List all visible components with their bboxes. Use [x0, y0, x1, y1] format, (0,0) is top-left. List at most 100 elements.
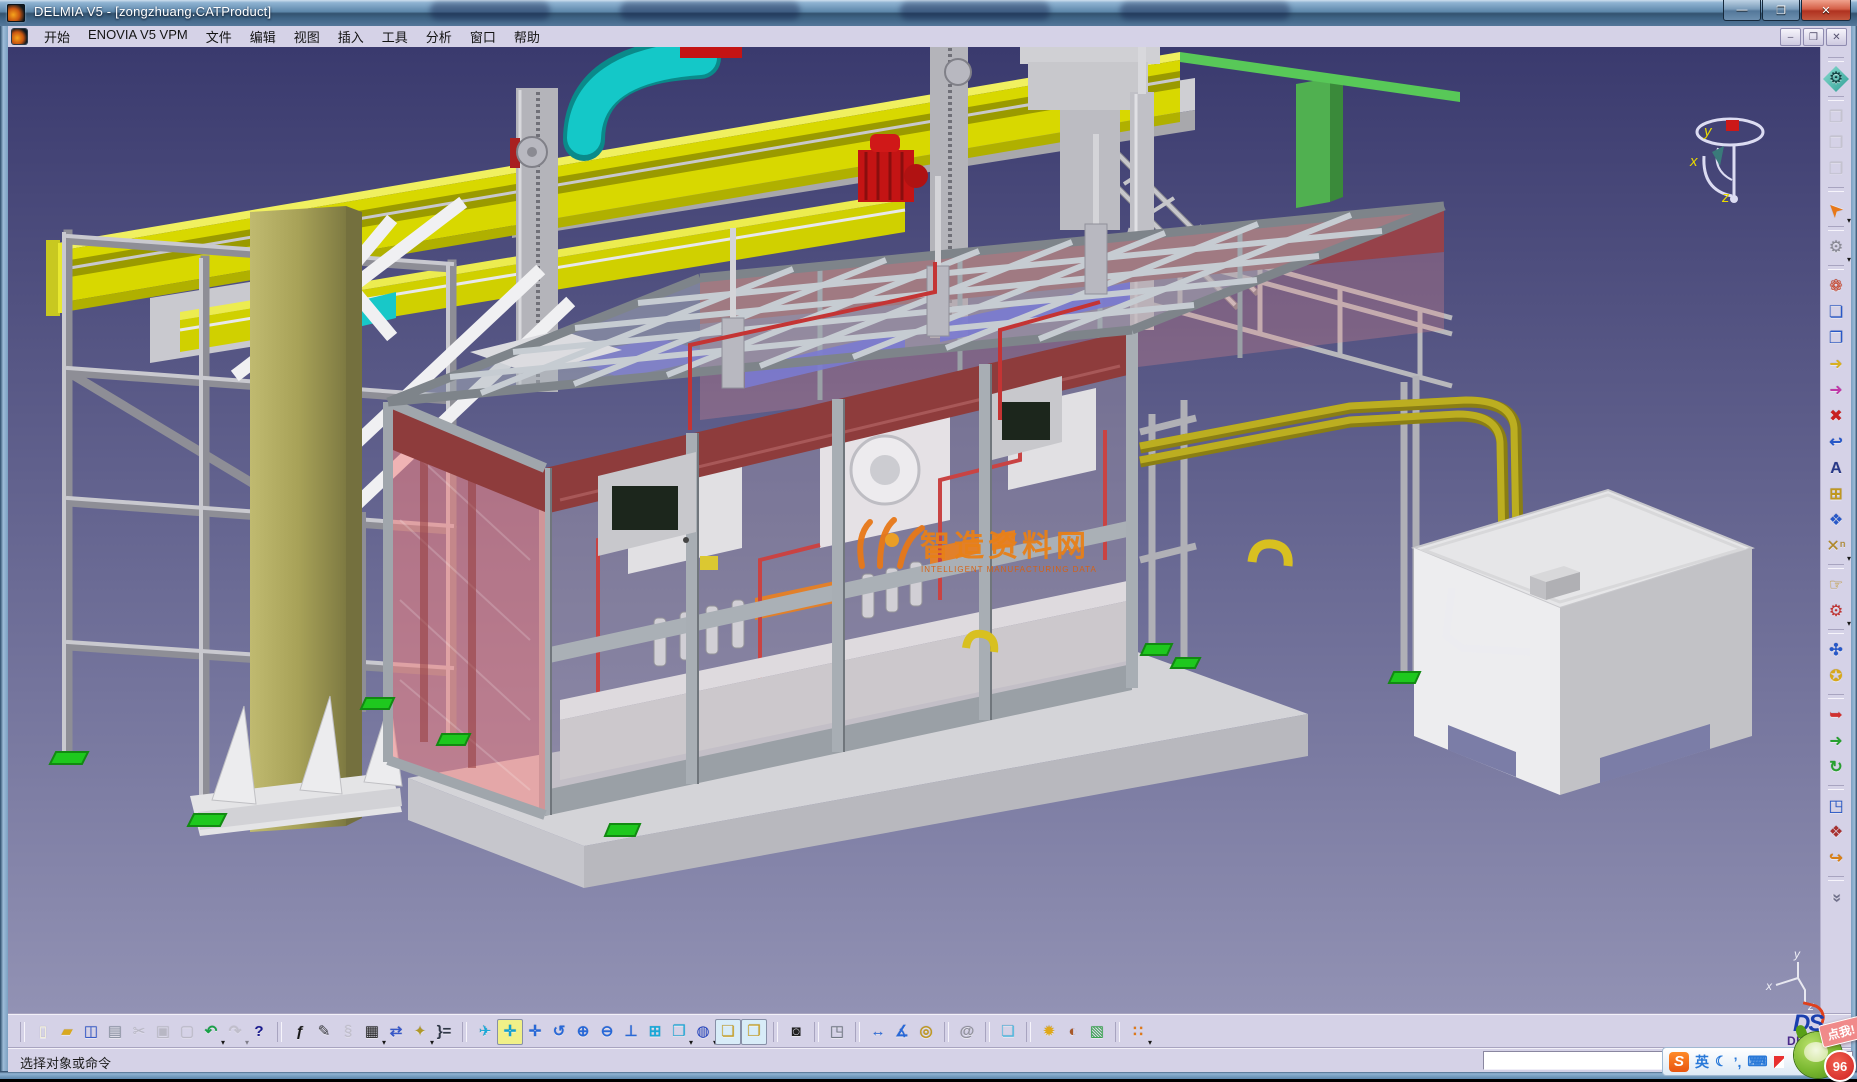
knowledge-inspector-icon[interactable]: § — [336, 1020, 360, 1044]
design-table-icon[interactable]: ▦▾ — [360, 1020, 384, 1044]
text-annotation-icon[interactable]: A — [1823, 456, 1849, 482]
tree-arrow-icon[interactable]: ↪ — [1823, 846, 1849, 872]
knowledge-comment-icon[interactable]: ✎ — [312, 1020, 336, 1044]
gear-analysis-icon[interactable]: ⚙▾ — [1823, 599, 1849, 625]
toolbar-separator — [1115, 1022, 1120, 1042]
minimize-button[interactable]: — — [1723, 0, 1761, 21]
catalog-browser-icon[interactable]: ✹ — [1037, 1020, 1061, 1044]
hide-show-icon[interactable]: ❏ — [715, 1019, 741, 1045]
menu-窗口[interactable]: 窗口 — [461, 25, 505, 48]
select-icon[interactable]: ➤▾ — [1823, 196, 1849, 222]
tree-cubes-icon[interactable]: ❖ — [1823, 820, 1849, 846]
product-structure-a-icon[interactable]: ❒ — [1823, 105, 1849, 131]
formula-icon[interactable]: ƒ — [288, 1020, 312, 1044]
pan-icon[interactable]: ✛ — [523, 1020, 547, 1044]
iso-view-icon[interactable]: ❒▾ — [667, 1020, 691, 1044]
menu-编辑[interactable]: 编辑 — [241, 25, 285, 48]
multi-instance-icon[interactable]: ✕ⁿ▾ — [1823, 534, 1849, 560]
snap-grid-icon[interactable]: ∷▾ — [1126, 1020, 1150, 1044]
zoom-in-icon[interactable]: ⊕ — [571, 1020, 595, 1044]
quad-view-icon[interactable]: ⊞ — [643, 1020, 667, 1044]
menu-ENOVIA V5 VPM[interactable]: ENOVIA V5 VPM — [79, 25, 197, 48]
ime-moon-icon[interactable]: ☾ — [1715, 1053, 1728, 1070]
reset-tree-icon[interactable]: ↩ — [1823, 430, 1849, 456]
print-icon[interactable]: ▤ — [103, 1020, 127, 1044]
apply-material-icon[interactable]: ◐ — [1061, 1020, 1085, 1044]
swap-visible-space-icon[interactable]: ❐ — [741, 1019, 767, 1045]
viewport-3d[interactable]: 智造资料网 INTELLIGENT MANUFACTURING DATA x y… — [8, 47, 1820, 1014]
paste-icon[interactable]: ▢ — [175, 1020, 199, 1044]
measure-inertia-icon[interactable]: ◎ — [914, 1020, 938, 1044]
normal-view-icon[interactable]: ⊥ — [619, 1020, 643, 1044]
ime-flag-icon[interactable] — [1774, 1056, 1784, 1068]
render-style-icon[interactable]: ◍▾ — [691, 1020, 715, 1044]
equivalent-dimensions-icon[interactable]: }= — [432, 1020, 456, 1044]
cube-tree-icon[interactable]: ◳ — [1823, 794, 1849, 820]
grab-item-icon[interactable]: ☞ — [1823, 573, 1849, 599]
notification-badge[interactable]: 96 — [1824, 1050, 1856, 1082]
structure-swap-icon[interactable]: ⇄ — [384, 1020, 408, 1044]
ime-punctuation-toggle[interactable]: ’, — [1734, 1054, 1742, 1070]
export-data-icon[interactable]: ➜ — [1823, 378, 1849, 404]
white-cabinet[interactable] — [1414, 490, 1752, 795]
open-folder-icon[interactable]: ▰ — [55, 1020, 79, 1044]
doc-minimize-button[interactable]: – — [1780, 28, 1801, 46]
cut-icon[interactable]: ✂ — [127, 1020, 151, 1044]
explode-view-icon[interactable]: ✣ — [1823, 638, 1849, 664]
menu-插入[interactable]: 插入 — [329, 25, 373, 48]
menu-开始[interactable]: 开始 — [35, 25, 79, 48]
turntable-icon[interactable]: ◳ — [825, 1020, 849, 1044]
workbench-gears-icon[interactable]: ⚙ — [1823, 66, 1849, 92]
camera-icon[interactable]: ◙ — [784, 1020, 808, 1044]
document-icon[interactable] — [12, 29, 27, 44]
ime-logo-icon[interactable]: S — [1669, 1052, 1689, 1072]
delete-item-icon[interactable]: ✖ — [1823, 404, 1849, 430]
fit-all-in-icon[interactable]: ✛ — [497, 1019, 523, 1045]
doc-restore-button[interactable]: ❒ — [1803, 28, 1824, 46]
menu-帮助[interactable]: 帮助 — [505, 25, 549, 48]
copy-icon[interactable]: ▣ — [151, 1020, 175, 1044]
title-bar[interactable]: DELMIA V5 - [zongzhuang.CATProduct] — ❐ … — [0, 0, 1857, 26]
graph-analysis-icon[interactable]: ▧ — [1085, 1020, 1109, 1044]
measure-between-icon[interactable]: ↔ — [866, 1020, 890, 1044]
window-frame-bottom — [0, 1071, 1857, 1079]
save-initial-state-icon[interactable]: ➜ — [1823, 352, 1849, 378]
dpm-update-icon[interactable]: ↻ — [1823, 755, 1849, 781]
more-tools-icon[interactable]: » — [1823, 885, 1849, 911]
rotate-icon[interactable]: ↺ — [547, 1020, 571, 1044]
measure-item-icon[interactable]: ∡ — [890, 1020, 914, 1044]
menu-视图[interactable]: 视图 — [285, 25, 329, 48]
fly-mode-icon[interactable]: ✈ — [473, 1020, 497, 1044]
load-box-icon[interactable]: ⊞ — [1823, 482, 1849, 508]
toolbar-separator — [1828, 96, 1844, 101]
smart-pick-icon[interactable]: ⚙▾ — [1823, 235, 1849, 261]
menu-分析[interactable]: 分析 — [417, 25, 461, 48]
redo-icon[interactable]: ↷▾ — [223, 1020, 247, 1044]
product-structure-b-icon[interactable]: ❒ — [1823, 131, 1849, 157]
ime-keyboard-icon[interactable]: ⌨ — [1747, 1053, 1767, 1070]
toolbar-separator — [1828, 226, 1844, 231]
machine-pink-panel[interactable] — [388, 402, 545, 815]
menu-文件[interactable]: 文件 — [197, 25, 241, 48]
update-icon[interactable]: @ — [955, 1020, 979, 1044]
new-document-icon[interactable]: ▯ — [31, 1020, 55, 1044]
snapshot-icon[interactable]: ✪ — [1823, 664, 1849, 690]
restore-button[interactable]: ❐ — [1762, 0, 1800, 21]
doc-close-button[interactable]: ✕ — [1826, 28, 1847, 46]
ime-language-toggle[interactable]: 英 — [1695, 1052, 1709, 1072]
dpm-run-icon[interactable]: ➜ — [1823, 729, 1849, 755]
dpm-load-icon[interactable]: ➥ — [1823, 703, 1849, 729]
what-is-this-icon[interactable]: ? — [247, 1020, 271, 1044]
open-catalog-doc-icon[interactable]: ❏ — [1823, 300, 1849, 326]
lock-icon[interactable]: ✦▾ — [408, 1020, 432, 1044]
menu-工具[interactable]: 工具 — [373, 25, 417, 48]
undo-icon[interactable]: ↶▾ — [199, 1020, 223, 1044]
product-structure-c-icon[interactable]: ❒ — [1823, 157, 1849, 183]
tree-structure-icon[interactable]: ❖ — [1823, 508, 1849, 534]
zoom-out-icon[interactable]: ⊖ — [595, 1020, 619, 1044]
save-icon[interactable]: ◫ — [79, 1020, 103, 1044]
doc-settings-icon[interactable]: ❐ — [1823, 326, 1849, 352]
sectioning-icon[interactable]: ❏ — [996, 1020, 1020, 1044]
process-library-icon[interactable]: ❁ — [1823, 274, 1849, 300]
close-button[interactable]: ✕ — [1801, 0, 1851, 21]
